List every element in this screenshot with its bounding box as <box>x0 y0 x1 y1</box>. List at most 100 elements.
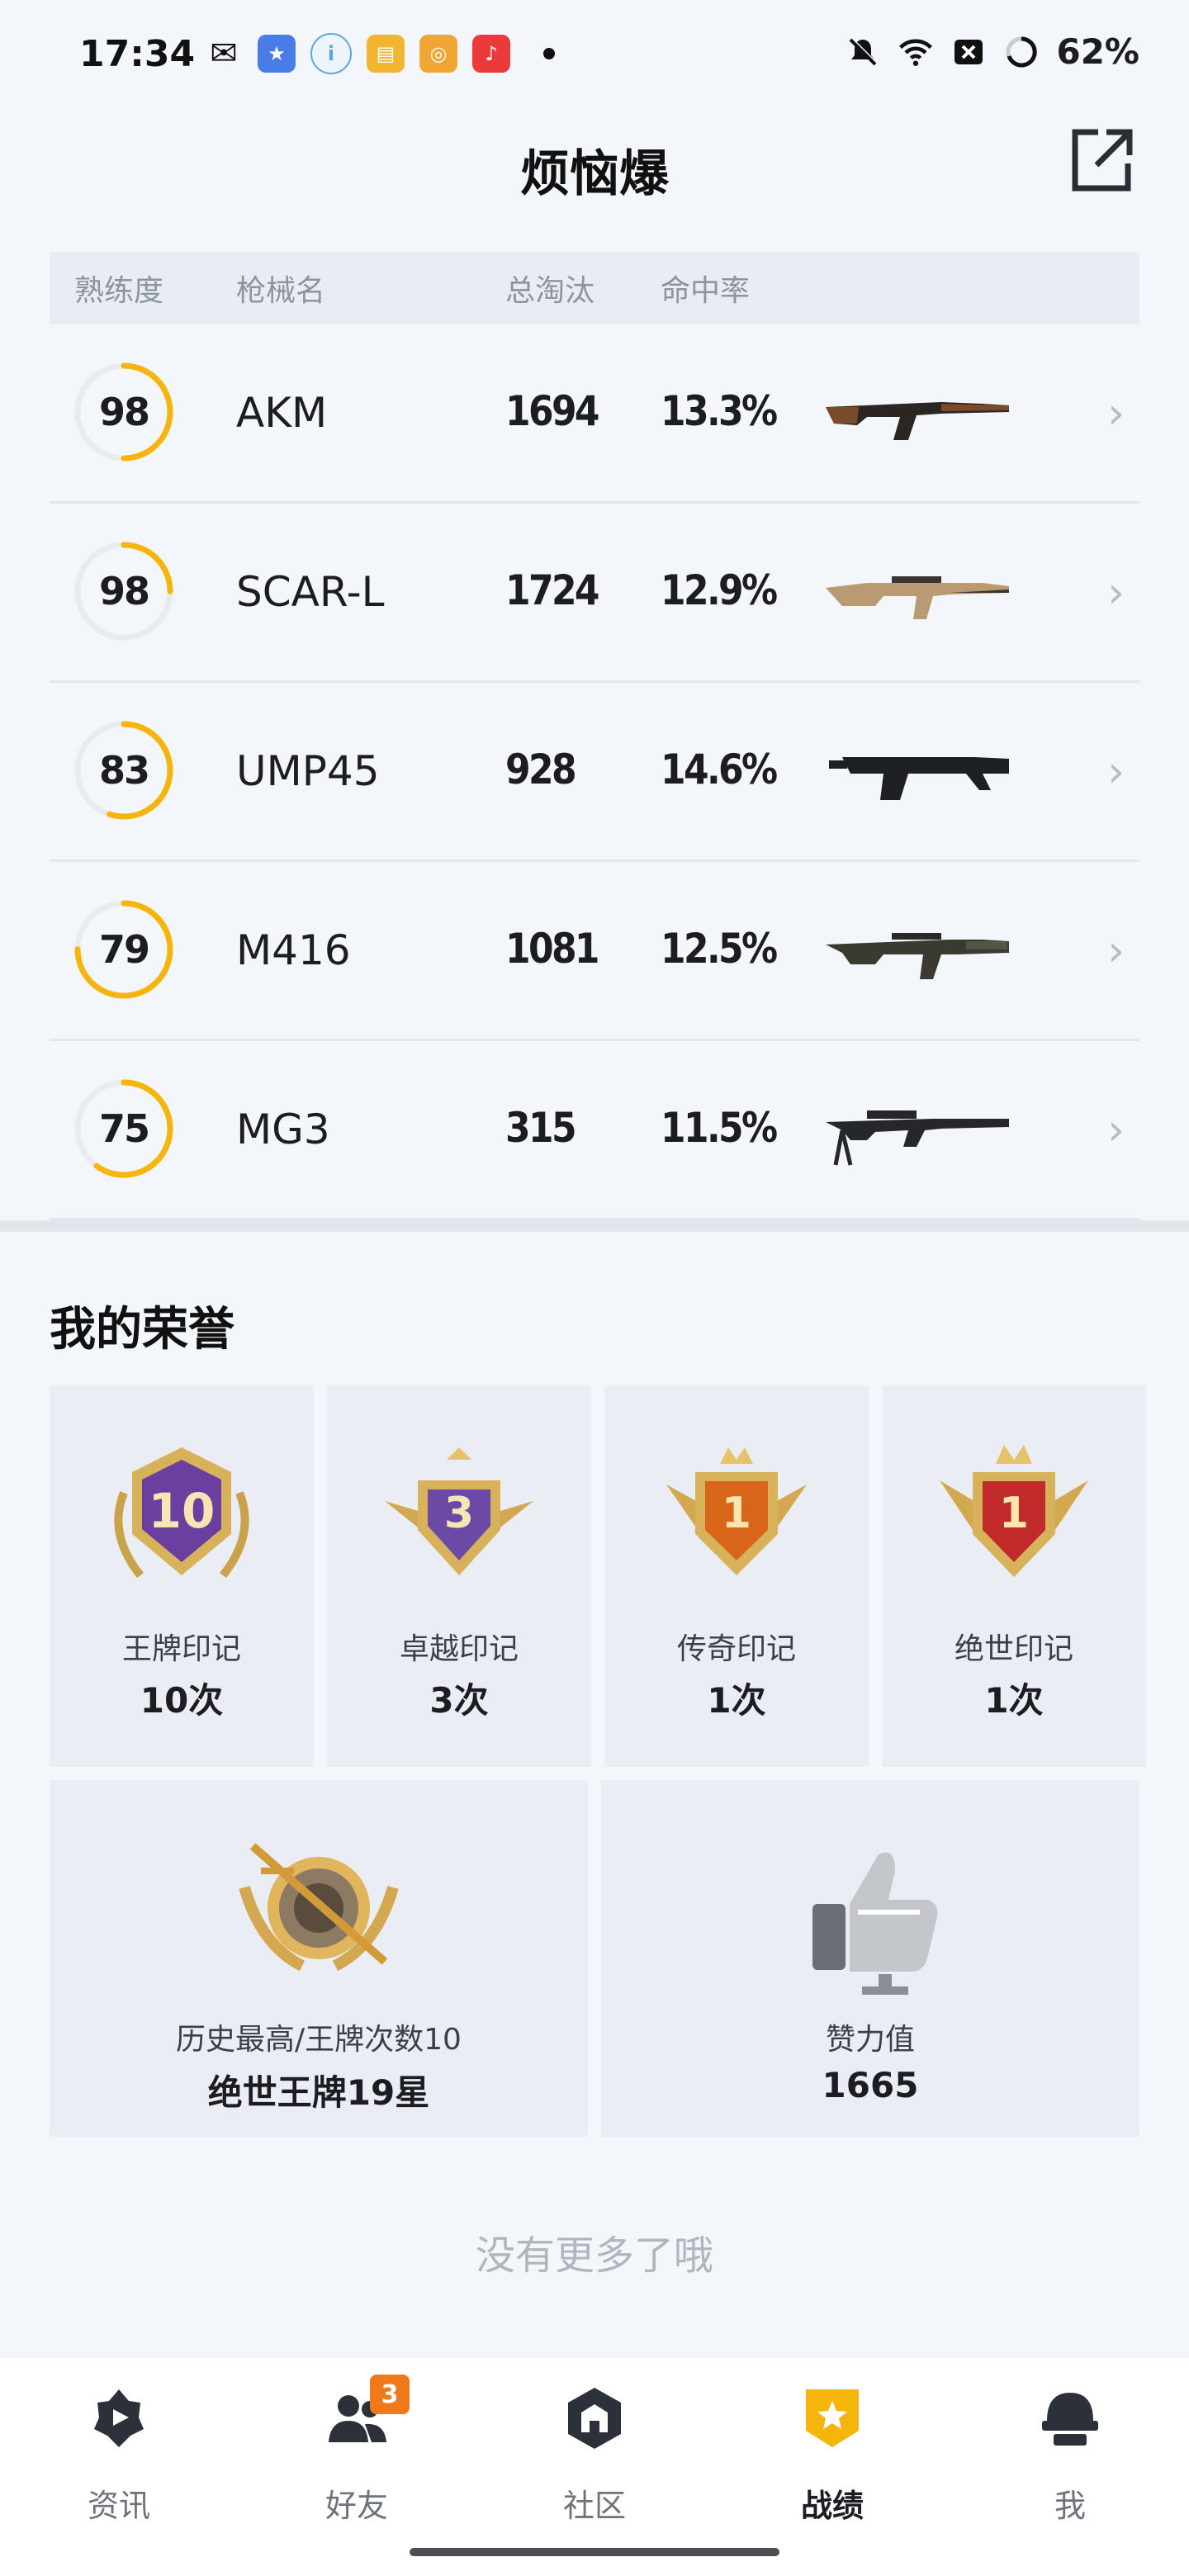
table-row[interactable]: 83 UMP45 928 14.6% › <box>50 683 1139 862</box>
proficiency-ring: 98 <box>73 540 175 642</box>
proficiency-ring: 83 <box>73 719 175 822</box>
friends-badge-count: 3 <box>370 2375 410 2414</box>
mg3-machinegun-icon <box>826 1110 1009 1166</box>
status-app-icons: ✉ ★ i ▤ ◎ ♪ <box>205 33 555 74</box>
nav-item-friends[interactable]: 3 好友 <box>238 2375 476 2540</box>
ump45-smg-icon <box>829 757 1009 800</box>
nav-label: 我 <box>1054 2488 1086 2524</box>
proficiency-ring: 75 <box>73 1077 175 1180</box>
profile-icon <box>1042 2393 1098 2446</box>
page-title: 烦恼爆 <box>520 145 669 203</box>
hit-rate: 13.3% <box>661 387 778 435</box>
battery-percent: 62% <box>1056 31 1139 72</box>
rank-badge-icon <box>239 1843 399 1972</box>
proficiency-value: 83 <box>98 748 150 793</box>
honor-highest-rank[interactable]: 历史最高/王牌次数10 绝世王牌19星 <box>50 1780 588 2137</box>
wechat-icon: ✉ <box>210 35 238 73</box>
excellence-mark-badge-text: 3 <box>444 1489 474 1538</box>
nav-label: 资讯 <box>87 2488 150 2524</box>
nav-label: 好友 <box>324 2488 388 2524</box>
scar-l-rifle-icon <box>826 576 1009 619</box>
m416-rifle-icon <box>826 933 1009 979</box>
total-kills: 928 <box>505 746 577 793</box>
sim-blocked-icon <box>950 34 987 70</box>
honor-likes[interactable]: 赞力值 1665 <box>601 1780 1139 2137</box>
nav-item-news[interactable]: 资讯 <box>0 2375 238 2540</box>
proficiency-value: 75 <box>98 1106 150 1151</box>
ace-mark-badge-text: 10 <box>149 1483 216 1539</box>
akm-rifle-icon <box>826 402 1009 440</box>
col-hit-rate: 命中率 <box>661 274 751 308</box>
weapon-name: M416 <box>236 926 351 974</box>
excellence-mark-badge-icon: 3 <box>385 1447 533 1575</box>
chevron-right-icon: › <box>1107 568 1125 618</box>
chevron-right-icon: › <box>1107 926 1125 976</box>
legend-mark-badge-icon: 1 <box>666 1447 807 1575</box>
total-kills: 315 <box>505 1104 577 1152</box>
honor-peerless-mark[interactable]: 1 绝世印记 1次 <box>882 1385 1146 1767</box>
wifi-icon <box>898 34 934 70</box>
no-more-text: 没有更多了哦 <box>475 2233 713 2279</box>
honor-value: 绝世王牌19星 <box>207 2072 430 2113</box>
ace-mark-badge-icon: 10 <box>114 1447 249 1579</box>
status-time: 17:34 <box>79 33 196 75</box>
honor-value: 10次 <box>140 1680 224 1721</box>
hit-rate: 12.5% <box>661 925 778 973</box>
weapon-name: SCAR-L <box>236 568 385 616</box>
community-icon <box>568 2388 621 2449</box>
total-kills: 1081 <box>505 925 600 973</box>
peerless-mark-badge-icon: 1 <box>940 1445 1088 1577</box>
hit-rate: 14.6% <box>661 746 778 793</box>
thumbs-up-icon <box>812 1852 938 1995</box>
news-icon <box>94 2389 144 2447</box>
status-right: 62% <box>845 31 1139 72</box>
peerless-mark-badge-text: 1 <box>999 1489 1029 1538</box>
weapon-name: AKM <box>236 389 328 437</box>
section-divider <box>0 1220 1189 1232</box>
music-icon: ♪ <box>472 35 510 73</box>
record-icon <box>806 2389 859 2447</box>
legend-mark-badge-text: 1 <box>722 1489 751 1538</box>
honor-label: 历史最高/王牌次数10 <box>176 2023 462 2057</box>
ifly-icon: i <box>310 33 352 74</box>
honor-excellence-mark[interactable]: 3 卓越印记 3次 <box>327 1385 591 1767</box>
proficiency-value: 98 <box>98 569 150 613</box>
mute-bell-icon <box>845 34 881 70</box>
header: 烦恼爆 <box>0 107 1189 223</box>
honors-title: 我的荣誉 <box>50 1303 234 1357</box>
table-row[interactable]: 75 MG3 315 11.5% › <box>50 1041 1139 1220</box>
total-kills: 1694 <box>505 387 600 435</box>
weapon-table: 熟练度 枪械名 总淘汰 命中率 98 AKM 1694 13.3% › 98 SCAR-L 1… <box>50 252 1139 1220</box>
honor-label: 传奇印记 <box>676 1632 796 1666</box>
book-icon: ▤ <box>367 35 405 73</box>
table-header: 熟练度 枪械名 总淘汰 命中率 <box>50 252 1139 324</box>
honor-legend-mark[interactable]: 1 传奇印记 1次 <box>604 1385 869 1767</box>
weapon-name: UMP45 <box>236 747 380 795</box>
more-dot-icon <box>543 48 555 59</box>
nav-item-me[interactable]: 我 <box>951 2375 1189 2540</box>
proficiency-value: 79 <box>98 927 150 972</box>
nav-item-record[interactable]: 战绩 <box>713 2375 951 2540</box>
battery-icon <box>1003 34 1040 70</box>
home-indicator[interactable] <box>410 2548 779 2556</box>
status-bar: 17:34 ✉ ★ i ▤ ◎ ♪ 62% <box>0 0 1189 107</box>
table-row[interactable]: 98 SCAR-L 1724 12.9% › <box>50 504 1139 683</box>
col-weapon-name: 枪械名 <box>236 274 326 308</box>
weapon-name: MG3 <box>236 1106 330 1153</box>
target-app-icon: ◎ <box>419 35 457 73</box>
honor-value: 1次 <box>984 1680 1044 1721</box>
nav-label: 战绩 <box>800 2488 864 2524</box>
table-row[interactable]: 98 AKM 1694 13.3% › <box>50 324 1139 504</box>
honor-label: 卓越印记 <box>399 1632 519 1666</box>
external-share-icon <box>1072 129 1133 192</box>
nav-item-community[interactable]: 社区 <box>476 2375 713 2540</box>
share-button[interactable] <box>1065 124 1138 197</box>
honor-label: 赞力值 <box>825 2023 915 2057</box>
table-row[interactable]: 79 M416 1081 12.5% › <box>50 862 1139 1041</box>
col-proficiency: 熟练度 <box>74 274 164 308</box>
proficiency-ring: 79 <box>73 898 175 1001</box>
total-kills: 1724 <box>505 566 600 614</box>
hit-rate: 12.9% <box>661 566 778 614</box>
honor-ace-mark[interactable]: 10 王牌印记 10次 <box>50 1385 314 1767</box>
honor-value: 3次 <box>429 1680 489 1721</box>
